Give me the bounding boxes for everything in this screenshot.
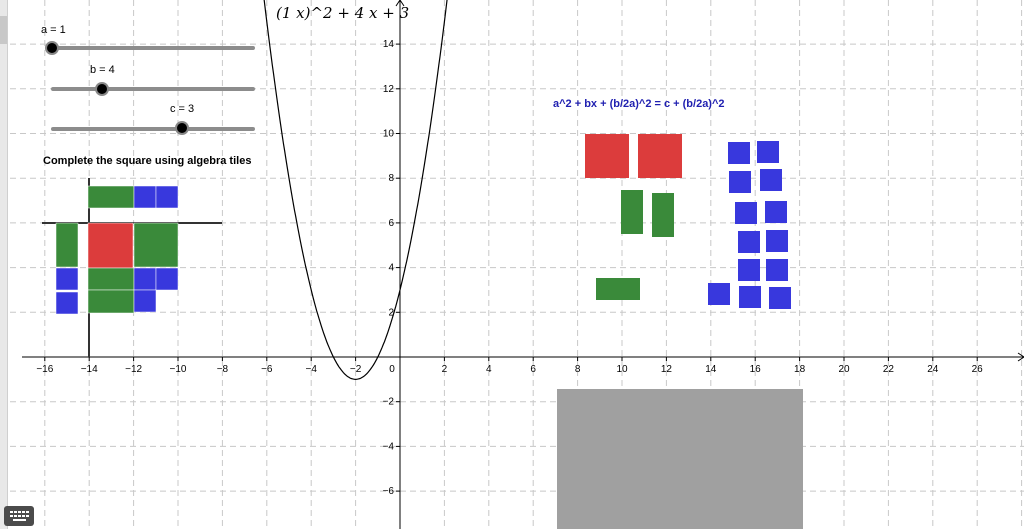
y-tick-label: −6 [383,486,395,497]
slider-b-label: b = 4 [90,64,115,76]
x-tick-label: −14 [81,364,98,375]
unit-tile[interactable] [729,171,751,193]
x-tick-label: 6 [530,364,536,375]
x-tick-label: 24 [927,364,939,375]
slider-b-knob[interactable] [95,82,109,96]
function-formula: (1 x)^2 + 4 x + 3 [276,4,409,22]
slider-a-track[interactable] [51,46,255,50]
unit-tile[interactable] [757,141,779,163]
x-squared-tile[interactable] [585,134,629,178]
y-tick-label: −4 [383,441,395,452]
x-tick-label: 22 [883,364,895,375]
x-tile[interactable] [596,278,640,300]
instruction-text: Complete the square using algebra tiles [43,155,252,167]
x-tile[interactable] [87,185,135,209]
x-tile[interactable] [621,190,643,234]
keyboard-button[interactable] [4,506,34,526]
parabola-curve [263,0,448,381]
unit-tile[interactable] [133,185,157,209]
unit-tile[interactable] [738,231,760,253]
y-tick-label: 10 [383,129,395,140]
keyboard-icon [10,511,29,521]
x-squared-tile[interactable] [638,134,682,178]
x-tick-label: −2 [350,364,362,375]
unit-tile[interactable] [766,230,788,252]
y-tick-label: 8 [388,173,394,184]
x-tile[interactable] [87,267,135,291]
x-tick-label: 4 [486,364,492,375]
unit-tile[interactable] [708,283,730,305]
slider-c-label: c = 3 [170,103,195,115]
x-tick-label: 10 [616,364,628,375]
slider-a-label: a = 1 [41,24,66,36]
unit-tile[interactable] [738,259,760,281]
x-tick-label: 0 [389,364,395,375]
unit-tile[interactable] [55,291,79,315]
x-tick-label: −16 [36,364,53,375]
x-tile[interactable] [55,222,79,268]
unit-tile[interactable] [155,267,179,291]
x-tick-label: 14 [705,364,717,375]
left-scrollbar[interactable] [0,0,8,529]
unit-tile[interactable] [55,267,79,291]
x-tile[interactable] [87,289,135,314]
equation-text: a^2 + bx + (b/2a)^2 = c + (b/2a)^2 [553,98,725,110]
scrollbar-thumb[interactable] [0,16,7,44]
unit-tile[interactable] [766,259,788,281]
x-tick-label: −10 [170,364,187,375]
tile-drop-zone[interactable] [557,389,803,529]
unit-tile[interactable] [769,287,791,309]
x-tick-label: −12 [125,364,142,375]
unit-tile[interactable] [728,142,750,164]
x-tick-label: 12 [661,364,673,375]
y-tick-label: 12 [383,84,395,95]
x-tick-label: 8 [575,364,581,375]
y-tick-label: 4 [388,263,394,274]
unit-tile[interactable] [133,267,157,291]
x-squared-tile[interactable] [87,222,134,269]
formula-text: (1 x)^2 + 4 x + 3 [276,4,410,22]
y-tick-label: 14 [383,39,395,50]
unit-tile[interactable] [735,202,757,224]
x-tick-label: 26 [972,364,984,375]
slider-c-track[interactable] [51,127,255,131]
slider-b-track[interactable] [51,87,255,91]
x-tick-label: −8 [217,364,229,375]
slider-a-knob[interactable] [45,41,59,55]
x-tick-label: 2 [442,364,448,375]
x-tick-label: 18 [794,364,806,375]
y-tick-label: 6 [388,218,394,229]
y-tick-label: −2 [383,397,395,408]
x-tile[interactable] [652,193,674,237]
unit-tile[interactable] [765,201,787,223]
slider-c-knob[interactable] [175,121,189,135]
x-tile[interactable] [133,222,179,268]
x-tick-label: 16 [750,364,762,375]
x-tick-label: 20 [838,364,850,375]
unit-tile[interactable] [760,169,782,191]
graphics-canvas[interactable]: −16 −14 −12 −10 −8 −6 −4 −2 0 2 4 6 8 10 12 14 16 18 20 22 2… [0,0,1024,529]
x-tick-label: −4 [305,364,317,375]
unit-tile[interactable] [739,286,761,308]
x-tick-label: −6 [261,364,273,375]
unit-tile[interactable] [133,289,157,313]
unit-tile[interactable] [155,185,179,209]
graphics-view[interactable]: −16 −14 −12 −10 −8 −6 −4 −2 0 2 4 6 8 10 12 14 16 18 20 22 2… [0,0,1024,529]
